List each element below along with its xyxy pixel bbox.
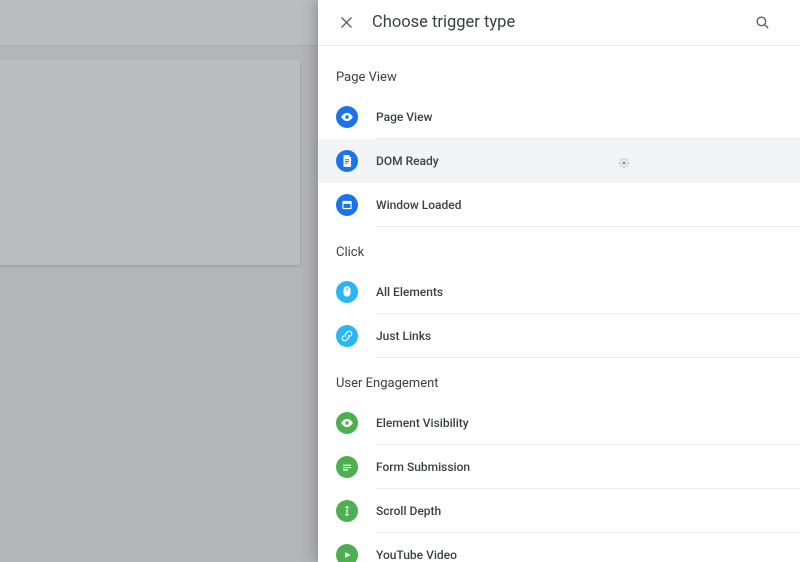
- trigger-label: Page View: [376, 110, 432, 124]
- close-button[interactable]: [326, 3, 366, 43]
- section-user-engagement: User Engagement Element Visibility Form …: [318, 370, 800, 562]
- dom-ready-icon: [336, 150, 358, 172]
- panel-body: Page View Page View DOM Ready: [318, 46, 800, 562]
- trigger-scroll-depth[interactable]: Scroll Depth: [318, 489, 800, 533]
- trigger-window-loaded[interactable]: Window Loaded: [318, 183, 800, 227]
- trigger-label: DOM Ready: [376, 154, 439, 168]
- element-visibility-icon: [336, 412, 358, 434]
- search-icon: [754, 14, 771, 31]
- trigger-just-links[interactable]: Just Links: [318, 314, 800, 358]
- page-view-icon: [336, 106, 358, 128]
- trigger-label: Element Visibility: [376, 416, 469, 430]
- panel-title: Choose trigger type: [372, 13, 742, 32]
- cursor-icon: [618, 157, 630, 172]
- section-click: Click All Elements Just Links: [318, 239, 800, 358]
- form-submission-icon: [336, 456, 358, 478]
- section-title-click: Click: [318, 239, 800, 270]
- just-links-icon: [336, 325, 358, 347]
- trigger-label: All Elements: [376, 285, 443, 299]
- trigger-element-visibility[interactable]: Element Visibility: [318, 401, 800, 445]
- section-title-user-engagement: User Engagement: [318, 370, 800, 401]
- trigger-label: YouTube Video: [376, 548, 457, 562]
- close-icon: [338, 14, 355, 31]
- trigger-label: Form Submission: [376, 460, 470, 474]
- trigger-form-submission[interactable]: Form Submission: [318, 445, 800, 489]
- panel-header: Choose trigger type: [318, 0, 800, 46]
- trigger-label: Window Loaded: [376, 198, 461, 212]
- section-title-page-view: Page View: [318, 64, 800, 95]
- trigger-page-view[interactable]: Page View: [318, 95, 800, 139]
- trigger-dom-ready[interactable]: DOM Ready: [318, 139, 800, 183]
- choose-trigger-panel: Choose trigger type Page View Page View …: [318, 0, 800, 562]
- trigger-all-elements[interactable]: All Elements: [318, 270, 800, 314]
- youtube-video-icon: [336, 544, 358, 562]
- search-button[interactable]: [742, 3, 782, 43]
- trigger-youtube-video[interactable]: YouTube Video: [318, 533, 800, 562]
- window-loaded-icon: [336, 194, 358, 216]
- scroll-depth-icon: [336, 500, 358, 522]
- all-elements-icon: [336, 281, 358, 303]
- trigger-label: Scroll Depth: [376, 504, 441, 518]
- trigger-label: Just Links: [376, 329, 431, 343]
- section-page-view: Page View Page View DOM Ready: [318, 64, 800, 227]
